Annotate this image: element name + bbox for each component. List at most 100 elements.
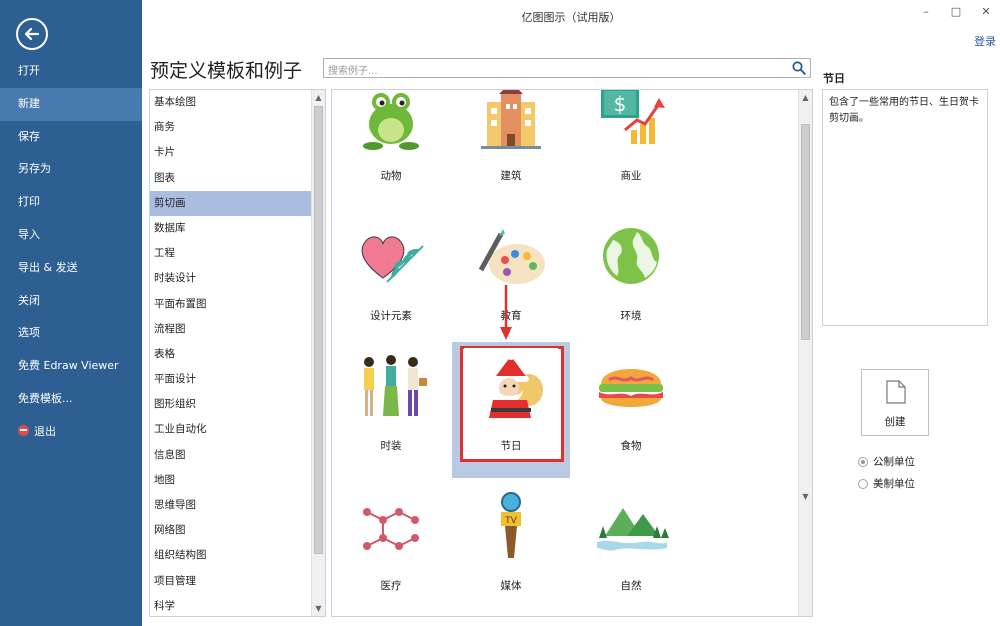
scrollbar-thumb[interactable] — [314, 106, 323, 554]
scroll-down-icon[interactable]: ▼ — [801, 492, 810, 501]
category-item[interactable]: 工业自动化 — [150, 417, 311, 442]
category-item[interactable]: 数据库 — [150, 216, 311, 241]
nav-item-import[interactable]: 导入 — [0, 219, 142, 252]
template-tile-nature[interactable]: 自然 — [572, 482, 690, 617]
nav-item-options[interactable]: 选项 — [0, 317, 142, 350]
category-panel: 基本绘图 商务 卡片 图表 剪切画 数据库 工程 时装设计 平面布置图 流程图 … — [149, 89, 326, 617]
template-label: 设计元素 — [332, 308, 450, 323]
nav-item-export-send[interactable]: 导出 & 发送 — [0, 252, 142, 285]
fashion-people-icon — [344, 348, 438, 424]
exit-icon — [18, 425, 29, 436]
template-gallery: 动物 建筑 $ 商业 设计元素 教育 — [331, 89, 813, 617]
nav-item-new[interactable]: 新建 — [0, 88, 142, 121]
radio-dot-checked[interactable] — [858, 457, 868, 467]
template-tile-animals[interactable]: 动物 — [332, 89, 450, 208]
annotation-arrow-icon — [500, 285, 512, 341]
category-scrollbar[interactable]: ▲ ▼ — [311, 90, 325, 616]
category-item[interactable]: 网络图 — [150, 518, 311, 543]
category-item[interactable]: 卡片 — [150, 140, 311, 165]
us-units-label: 美制单位 — [873, 476, 915, 491]
nav-item-save-as[interactable]: 另存为 — [0, 153, 142, 186]
us-units-radio[interactable]: 美制单位 — [858, 476, 915, 491]
category-item[interactable]: 图表 — [150, 166, 311, 191]
nav-item-close[interactable]: 关闭 — [0, 285, 142, 318]
template-tile-business[interactable]: $ 商业 — [572, 89, 690, 208]
category-item[interactable]: 时装设计 — [150, 266, 311, 291]
template-tile-environment[interactable]: 环境 — [572, 212, 690, 348]
microphone-icon: TV — [464, 488, 558, 564]
nav-item-save[interactable]: 保存 — [0, 121, 142, 154]
template-tile-media[interactable]: TV 媒体 — [452, 482, 570, 617]
minimize-button[interactable]: – — [916, 5, 936, 18]
nav-item-print[interactable]: 打印 — [0, 186, 142, 219]
window-title: 亿图图示（试用版） — [142, 9, 1000, 25]
category-item[interactable]: 信息图 — [150, 443, 311, 468]
metric-units-radio[interactable]: 公制单位 — [858, 454, 915, 469]
category-item[interactable]: 思维导图 — [150, 493, 311, 518]
create-button[interactable]: 创建 — [861, 369, 929, 436]
nav-item-free-viewer[interactable]: 免费 Edraw Viewer — [0, 350, 142, 383]
scroll-up-icon[interactable]: ▲ — [801, 93, 810, 102]
category-item[interactable]: 地图 — [150, 468, 311, 493]
login-link[interactable]: 登录 — [974, 33, 996, 49]
file-menu-sidebar: 打开 新建 保存 另存为 打印 导入 导出 & 发送 关闭 选项 免费 Edra… — [0, 0, 142, 626]
search-input[interactable] — [324, 63, 784, 81]
category-item[interactable]: 平面设计 — [150, 367, 311, 392]
category-item[interactable]: 流程图 — [150, 317, 311, 342]
template-tile-fashion[interactable]: 时装 — [332, 342, 450, 478]
category-item-clipart[interactable]: 剪切画 — [150, 191, 311, 216]
template-label: 商业 — [572, 168, 690, 183]
template-tile-food[interactable]: 食物 — [572, 342, 690, 478]
template-label: 节日 — [452, 438, 570, 453]
template-label: 时装 — [332, 438, 450, 453]
scroll-up-icon[interactable]: ▲ — [314, 93, 323, 102]
category-item[interactable]: 工程 — [150, 241, 311, 266]
template-label: 医疗 — [332, 578, 450, 593]
template-tile-medical[interactable]: 医疗 — [332, 482, 450, 617]
back-arrow-icon[interactable] — [16, 18, 48, 50]
category-item[interactable]: 图形组织 — [150, 392, 311, 417]
template-label: 自然 — [572, 578, 690, 593]
category-item[interactable]: 组织结构图 — [150, 543, 311, 568]
frog-icon — [344, 89, 438, 154]
template-detail-title: 节日 — [823, 70, 845, 86]
category-item[interactable]: 表格 — [150, 342, 311, 367]
building-icon — [464, 89, 558, 154]
page-title: 预定义模板和例子 — [150, 56, 302, 83]
business-chart-icon: $ — [584, 89, 678, 154]
nav-item-open[interactable]: 打开 — [0, 55, 142, 88]
category-item[interactable]: 平面布置图 — [150, 292, 311, 317]
scrollbar-thumb[interactable] — [801, 124, 810, 340]
template-tile-design-elements[interactable]: 设计元素 — [332, 212, 450, 348]
molecule-icon — [344, 488, 438, 564]
template-description: 包含了一些常用的节日、生日贺卡剪切画。 — [822, 89, 988, 326]
nav-item-free-templates[interactable]: 免费模板... — [0, 383, 142, 416]
palette-icon — [464, 218, 558, 294]
close-button[interactable]: ✕ — [976, 5, 996, 18]
template-label: 媒体 — [452, 578, 570, 593]
radio-dot-unchecked[interactable] — [858, 479, 868, 489]
gallery-scrollbar[interactable]: ▲ ▼ — [798, 90, 812, 616]
metric-units-label: 公制单位 — [873, 454, 915, 469]
nav-item-exit-label: 退出 — [34, 425, 56, 438]
template-tile-buildings[interactable]: 建筑 — [452, 89, 570, 208]
category-item[interactable]: 项目管理 — [150, 569, 311, 594]
template-label: 建筑 — [452, 168, 570, 183]
app-window: 打开 新建 保存 另存为 打印 导入 导出 & 发送 关闭 选项 免费 Edra… — [0, 0, 1000, 626]
template-label: 环境 — [572, 308, 690, 323]
nav-item-exit[interactable]: 退出 — [0, 416, 142, 449]
heart-leaf-icon — [344, 218, 438, 294]
svg-text:$: $ — [614, 92, 627, 116]
burger-icon — [584, 348, 678, 424]
maximize-button[interactable]: □ — [946, 5, 966, 18]
template-tile-festival[interactable]: 节日 — [452, 342, 570, 478]
category-item[interactable]: 科学 — [150, 594, 311, 619]
category-item[interactable]: 商务 — [150, 115, 311, 140]
create-button-label: 创建 — [862, 414, 928, 429]
scroll-down-icon[interactable]: ▼ — [314, 604, 323, 613]
search-icon[interactable] — [792, 61, 806, 75]
template-label: 动物 — [332, 168, 450, 183]
category-item[interactable]: 基本绘图 — [150, 90, 311, 115]
globe-icon — [584, 218, 678, 294]
template-label: 食物 — [572, 438, 690, 453]
